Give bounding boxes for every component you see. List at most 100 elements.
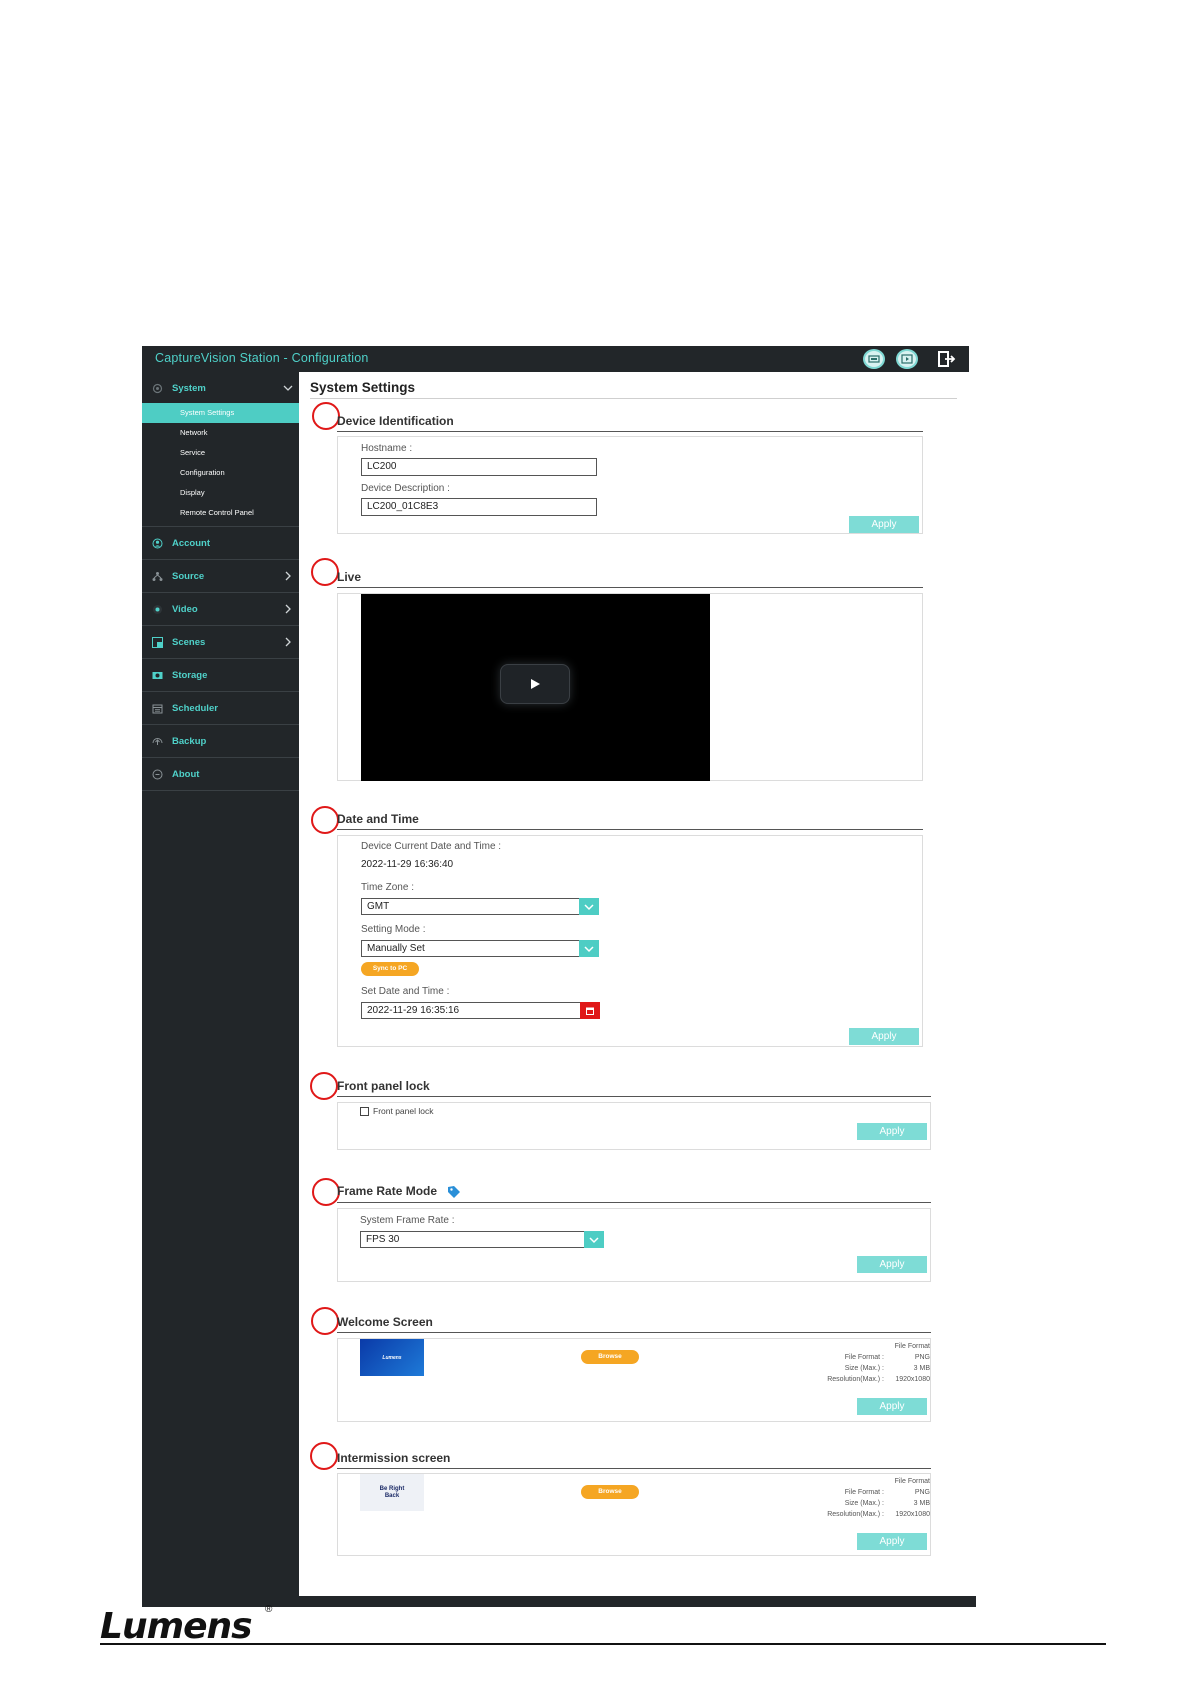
system-frame-rate-label: System Frame Rate : [360,1215,455,1226]
setting-mode-select[interactable]: Manually Set [361,940,599,957]
hostname-label: Hostname : [361,443,413,454]
sidebar-item-system[interactable]: System [142,372,299,405]
sidebar-item-source[interactable]: Source [142,560,299,593]
sidebar-item-account[interactable]: Account [142,527,299,560]
apply-button[interactable]: Apply [849,1028,919,1045]
frame-rate-value: FPS 30 [366,1234,400,1245]
sidebar-subitem-label: System Settings [180,408,235,417]
chevron-down-icon[interactable] [579,898,599,915]
sidebar-item-backup[interactable]: Backup [142,725,299,758]
file-format-title: File Format [894,1478,930,1485]
apply-button[interactable]: Apply [857,1533,927,1550]
sidebar-subitem-configuration[interactable]: Configuration [142,463,299,483]
front-panel-lock-checkbox[interactable] [360,1107,369,1116]
device-icon[interactable] [863,349,885,369]
sidebar-subitem-service[interactable]: Service [142,443,299,463]
section-heading-live: Live [337,570,362,584]
sidebar-item-video[interactable]: Video [142,593,299,626]
live-video-player[interactable] [361,594,710,781]
page-title: System Settings [310,380,416,395]
set-date-time-value: 2022-11-29 16:35:16 [367,1005,460,1016]
divider [337,1096,931,1097]
sidebar-subitem-label: Network [180,428,208,437]
file-format-label: File Format : [844,1354,884,1361]
tag-icon [448,1186,460,1198]
logout-icon[interactable] [936,350,956,368]
apply-button[interactable]: Apply [857,1256,927,1273]
set-date-time-input[interactable]: 2022-11-29 16:35:16 [361,1002,599,1019]
browse-button[interactable]: Browse [581,1350,639,1364]
section-heading-welcome-screen: Welcome Screen [337,1315,433,1329]
date-time-panel: Device Current Date and Time : 2022-11-2… [337,835,923,1047]
calendar-icon[interactable] [580,1002,600,1019]
resolution-label: Resolution(Max.) : [827,1511,884,1518]
divider [337,587,923,588]
time-zone-select[interactable]: GMT [361,898,599,915]
file-format-title: File Format [894,1343,930,1350]
sidebar-item-scheduler[interactable]: Scheduler [142,692,299,725]
section-heading-intermission-screen: Intermission screen [337,1451,451,1465]
size-value: 3 MB [913,1500,930,1507]
thumbnail-text: Lumens [382,1354,402,1361]
scenes-icon [152,637,163,648]
sidebar-item-scenes[interactable]: Scenes [142,626,299,659]
front-panel-lock-panel: Front panel lock Apply [337,1102,931,1150]
apply-button[interactable]: Apply [857,1398,927,1415]
main-content: System Settings Device Identification Ho… [299,372,969,1596]
browse-button[interactable]: Browse [581,1485,639,1499]
divider [337,431,923,432]
sidebar-item-label: About [172,768,200,780]
device-description-input[interactable]: LC200_01C8E3 [361,498,597,516]
section-heading-date-time: Date and Time [337,812,419,826]
chevron-down-icon[interactable] [579,940,599,957]
set-date-time-label: Set Date and Time : [361,986,450,997]
frame-rate-select[interactable]: FPS 30 [360,1231,604,1248]
sidebar-subitem-system-settings[interactable]: System Settings [142,403,299,423]
current-date-time-label: Device Current Date and Time : [361,841,502,852]
callout-marker [311,806,339,834]
setting-mode-value: Manually Set [367,943,425,954]
sidebar-subitem-network[interactable]: Network [142,423,299,443]
size-value: 3 MB [913,1365,930,1372]
setting-mode-label: Setting Mode : [361,924,426,935]
sidebar-item-label: Video [172,603,198,615]
divider [337,829,923,830]
account-icon [152,538,163,549]
device-identification-panel: Hostname : LC200 Device Description : LC… [337,436,923,534]
apply-button[interactable]: Apply [849,516,919,533]
chevron-right-icon [285,571,291,581]
resolution-label: Resolution(Max.) : [827,1376,884,1383]
divider [310,398,957,399]
app-window: CaptureVision Station - Configuration Sy… [142,346,969,1596]
sync-to-pc-button[interactable]: Sync to PC [361,962,419,976]
sidebar-item-storage[interactable]: Storage [142,659,299,692]
time-zone-value: GMT [367,901,390,912]
intermission-screen-panel: Be Right Back Browse File Format File Fo… [337,1473,931,1556]
divider [337,1202,931,1203]
sidebar-subitem-display[interactable]: Display [142,483,299,503]
sidebar-item-about[interactable]: About [142,758,299,791]
device-description-label: Device Description : [361,483,450,494]
chevron-down-icon[interactable] [584,1231,604,1248]
scheduler-icon [152,704,163,714]
thumbnail-text: Be Right Back [379,1485,405,1499]
intermission-screen-thumbnail: Be Right Back [360,1474,424,1511]
size-label: Size (Max.) : [844,1500,884,1507]
section-heading-front-panel-lock: Front panel lock [337,1079,430,1093]
resolution-value: 1920x1080 [895,1511,930,1518]
sidebar-item-label: System [172,382,206,394]
play-icon[interactable] [500,664,570,704]
playback-icon[interactable] [896,349,918,369]
file-requirements: File Format File Format : PNG Size (Max.)… [800,1476,930,1520]
sidebar-item-label: Backup [172,735,207,747]
about-icon [152,769,163,780]
hostname-input[interactable]: LC200 [361,458,597,476]
video-icon [153,605,162,614]
divider [100,1643,1106,1645]
callout-marker [310,1072,338,1100]
lumens-logo: Lumens [100,1606,253,1647]
apply-button[interactable]: Apply [857,1123,927,1140]
sidebar-subitem-remote-control-panel[interactable]: Remote Control Panel [142,503,299,523]
size-label: Size (Max.) : [844,1365,884,1372]
file-requirements: File Format File Format : PNG Size (Max.)… [800,1341,930,1385]
